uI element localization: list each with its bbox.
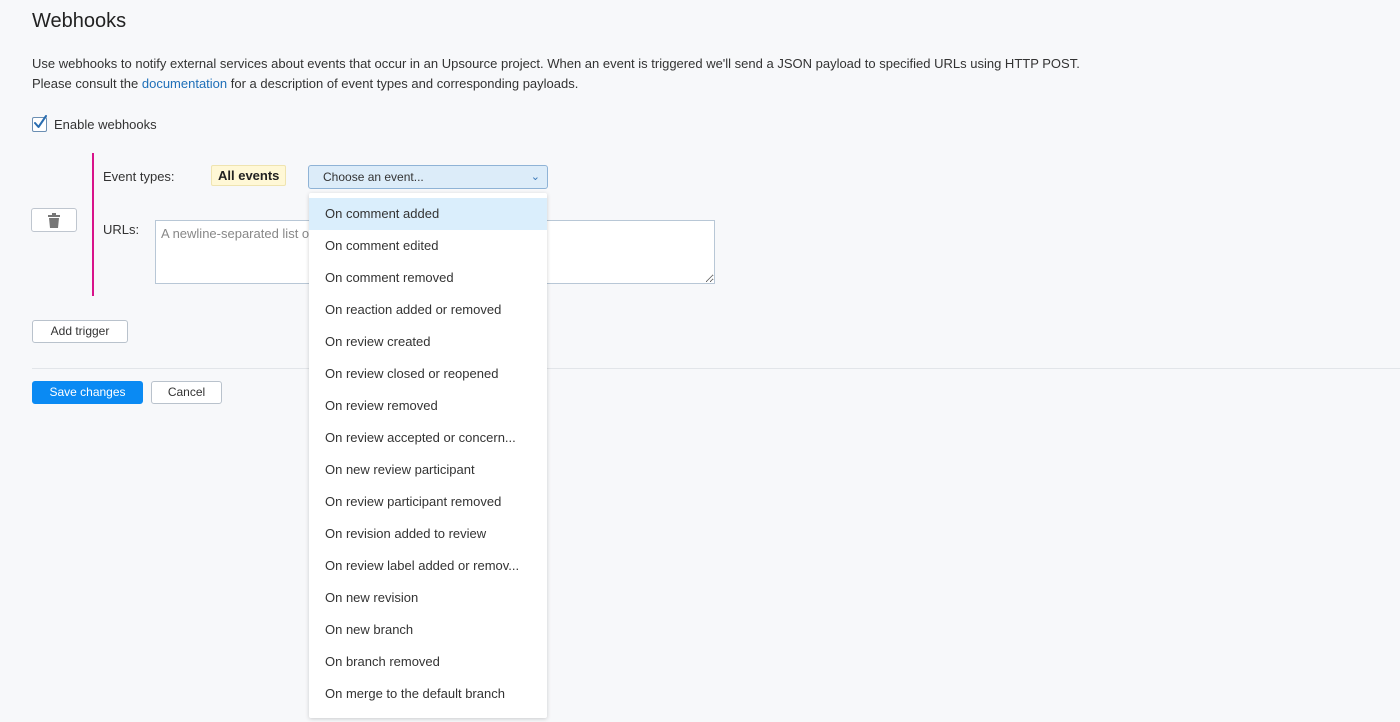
enable-webhooks-label: Enable webhooks: [54, 117, 157, 132]
enable-webhooks-row[interactable]: Enable webhooks: [32, 115, 157, 132]
delete-trigger-button[interactable]: [31, 208, 77, 232]
dropdown-option[interactable]: On reaction added or removed: [309, 294, 547, 326]
dropdown-option[interactable]: On review participant removed: [309, 486, 547, 518]
dropdown-option[interactable]: On review accepted or concern...: [309, 422, 547, 454]
dropdown-option[interactable]: On new branch: [309, 614, 547, 646]
description-line-2: Please consult the documentation for a d…: [32, 74, 1080, 94]
page-title: Webhooks: [32, 10, 127, 32]
divider: [32, 368, 1400, 369]
save-changes-button[interactable]: Save changes: [32, 381, 143, 404]
dropdown-option[interactable]: On review closed or reopened: [309, 358, 547, 390]
dropdown-option[interactable]: On review created: [309, 326, 547, 358]
dropdown-option[interactable]: On review removed: [309, 390, 547, 422]
event-types-label: Event types:: [103, 169, 175, 184]
description-text-before: Please consult the: [32, 76, 142, 91]
dropdown-option[interactable]: On review label added or remov...: [309, 550, 547, 582]
documentation-link[interactable]: documentation: [142, 76, 227, 91]
event-type-select[interactable]: Choose an event... ⌄: [308, 165, 548, 189]
description-text-after: for a description of event types and cor…: [227, 76, 579, 91]
dropdown-option[interactable]: On new review participant: [309, 454, 547, 486]
all-events-badge: All events: [211, 165, 287, 186]
dropdown-option[interactable]: On merge to the default branch: [309, 678, 547, 710]
trigger-accent-bar: [92, 153, 94, 296]
chevron-down-icon: ⌄: [530, 171, 540, 183]
dropdown-option[interactable]: On comment removed: [309, 262, 547, 294]
urls-label: URLs:: [103, 222, 140, 237]
description-line-1: Use webhooks to notify external services…: [32, 56, 1080, 71]
cancel-button[interactable]: Cancel: [151, 381, 222, 404]
dropdown-option[interactable]: On revision added to review: [309, 518, 547, 550]
event-type-select-value: Choose an event...: [323, 170, 424, 184]
enable-webhooks-checkbox[interactable]: [32, 115, 47, 132]
dropdown-option[interactable]: On comment added: [309, 198, 547, 230]
page-description: Use webhooks to notify external services…: [32, 54, 1080, 94]
add-trigger-button[interactable]: Add trigger: [32, 320, 128, 343]
dropdown-option[interactable]: On new revision: [309, 582, 547, 614]
trash-icon: [48, 212, 60, 228]
checkmark-icon: [34, 115, 47, 128]
event-dropdown-menu: On comment added On comment edited On co…: [309, 193, 547, 718]
dropdown-option[interactable]: On branch removed: [309, 646, 547, 678]
dropdown-option[interactable]: On comment edited: [309, 230, 547, 262]
